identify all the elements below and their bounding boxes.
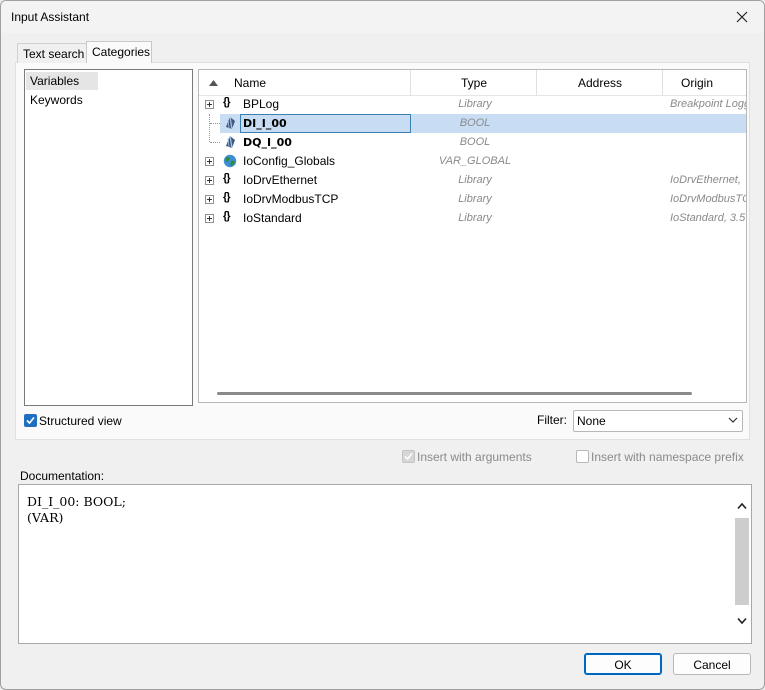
row-type: BOOL — [459, 117, 491, 129]
row-origin: IoDrvEthernet, — [670, 174, 741, 186]
tab-categories-label: Categories — [92, 45, 151, 59]
library-icon: {} — [223, 191, 231, 203]
category-item-keywords[interactable]: Keywords — [26, 91, 98, 109]
category-label: Variables — [30, 74, 80, 88]
documentation-line: (VAR) — [27, 510, 64, 525]
scrollbar-thumb[interactable] — [735, 518, 749, 605]
structured-view-checkbox[interactable] — [24, 414, 37, 427]
documentation-text: DI_I_00: BOOL; (VAR) — [27, 494, 126, 526]
row-type: Library — [458, 174, 492, 186]
insert-with-namespace-prefix-label[interactable]: Insert with namespace prefix — [591, 450, 744, 464]
insert-with-namespace-prefix-checkbox[interactable] — [576, 450, 589, 463]
row-name: BPLog — [243, 97, 280, 111]
column-divider[interactable] — [662, 70, 663, 96]
documentation-label: Documentation: — [20, 469, 105, 483]
expand-icon[interactable] — [205, 100, 214, 109]
tree-row-ioconfig-globals[interactable]: IoConfig_Globals VAR_GLOBAL — [199, 152, 746, 171]
row-name: IoDrvModbusTCP — [243, 192, 339, 206]
column-address-label: Address — [577, 76, 623, 90]
row-type: Library — [458, 212, 492, 224]
row-origin: IoDrvModbusTC — [670, 193, 747, 205]
variables-tree[interactable]: Name Type Address Origin {} BPLog Librar… — [198, 69, 747, 403]
tree-row-bplog[interactable]: {} BPLog Library Breakpoint Logg — [199, 95, 747, 114]
expand-icon[interactable] — [205, 195, 214, 204]
cancel-button-label: Cancel — [693, 658, 731, 672]
category-label: Keywords — [30, 93, 83, 107]
row-origin: Breakpoint Logg — [670, 98, 747, 110]
column-name-label: Name — [234, 76, 267, 90]
ok-button-label: OK — [614, 658, 632, 672]
input-assistant-dialog: Input Assistant Text search Categories V… — [0, 0, 765, 690]
tree-header: Name Type Address Origin — [199, 70, 746, 96]
tree-row-iostandard[interactable]: {} IoStandard Library IoStandard, 3.5 — [199, 209, 746, 228]
chevron-down-icon — [737, 617, 747, 625]
cancel-button[interactable]: Cancel — [673, 653, 751, 675]
row-name: IoStandard — [243, 211, 302, 225]
tab-categories[interactable]: Categories — [86, 41, 152, 63]
tree-connector — [210, 123, 220, 124]
tree-connector — [210, 142, 220, 143]
structured-view-label[interactable]: Structured view — [39, 414, 122, 428]
ok-button[interactable]: OK — [584, 653, 662, 675]
chevron-up-icon — [737, 502, 747, 510]
documentation-line: DI_I_00: BOOL; — [27, 494, 126, 509]
row-type: Library — [458, 98, 492, 110]
library-icon: {} — [223, 210, 231, 222]
filter-label: Filter: — [537, 413, 567, 427]
column-header-address[interactable]: Address — [537, 70, 663, 96]
tree-row-dq-i-00[interactable]: DQ_I_00 BOOL — [199, 133, 746, 152]
row-type: Library — [458, 193, 492, 205]
expand-icon[interactable] — [205, 157, 214, 166]
vertical-scrollbar[interactable] — [734, 485, 751, 643]
column-header-name[interactable]: Name — [234, 70, 266, 96]
title-bar: Input Assistant — [1, 1, 764, 33]
column-header-origin[interactable]: Origin — [681, 70, 713, 96]
row-name: DQ_I_00 — [243, 136, 292, 149]
column-header-type[interactable]: Type — [411, 70, 537, 96]
column-type-label: Type — [460, 76, 487, 90]
window-title: Input Assistant — [11, 10, 90, 24]
row-type: BOOL — [459, 136, 491, 148]
row-name: IoConfig_Globals — [243, 154, 336, 168]
filter-value: None — [577, 414, 606, 428]
expand-icon[interactable] — [205, 176, 214, 185]
scroll-up-button[interactable] — [735, 499, 749, 513]
sort-up-icon[interactable] — [209, 80, 218, 86]
checkmark-icon — [26, 416, 35, 425]
library-icon: {} — [223, 96, 231, 108]
column-origin-label: Origin — [681, 76, 714, 90]
row-origin: IoStandard, 3.5 — [670, 212, 746, 224]
tab-text-search[interactable]: Text search — [17, 43, 87, 63]
tree-row-iodrvmodbustcp[interactable]: {} IoDrvModbusTCP Library IoDrvModbusTC — [199, 190, 747, 209]
documentation-box[interactable]: DI_I_00: BOOL; (VAR) — [18, 484, 752, 644]
row-name: DI_I_00 — [243, 117, 287, 130]
row-type: VAR_GLOBAL — [438, 155, 512, 167]
tree-row-di-i-00[interactable]: DI_I_00 BOOL — [199, 114, 746, 133]
close-icon — [736, 11, 748, 23]
globe-icon — [223, 154, 237, 168]
scroll-down-button[interactable] — [735, 614, 749, 628]
tab-text-search-label: Text search — [23, 47, 85, 61]
chevron-down-icon — [728, 417, 738, 423]
horizontal-scrollbar[interactable] — [217, 392, 692, 395]
close-button[interactable] — [724, 3, 760, 31]
tree-row-iodrvethernet[interactable]: {} IoDrvEthernet Library IoDrvEthernet, — [199, 171, 746, 190]
filter-dropdown[interactable]: None — [573, 410, 743, 432]
variable-icon — [226, 116, 235, 130]
insert-with-arguments-checkbox[interactable] — [402, 450, 415, 463]
library-icon: {} — [223, 172, 231, 184]
checkmark-icon — [404, 452, 413, 461]
category-list[interactable]: Variables Keywords — [24, 69, 193, 406]
row-name: IoDrvEthernet — [243, 173, 318, 187]
insert-with-arguments-label[interactable]: Insert with arguments — [417, 450, 532, 464]
category-item-variables[interactable]: Variables — [26, 72, 98, 90]
expand-icon[interactable] — [205, 214, 214, 223]
variable-icon — [226, 135, 235, 149]
